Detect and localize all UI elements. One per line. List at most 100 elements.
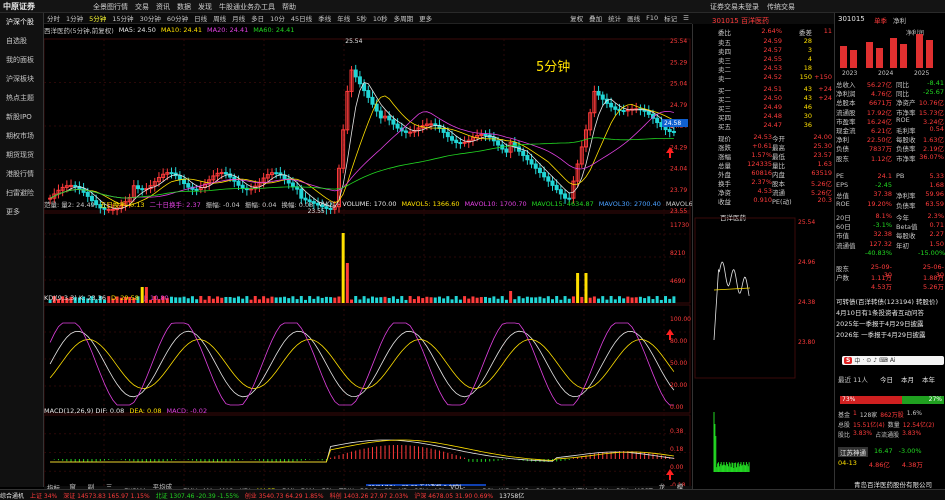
ime-toolbar-popup[interactable]: S 中 · ⊙ ♪ ⌨ Ai (842, 356, 944, 365)
related-stock-row[interactable]: 江苏神通 16.47 -3.00% (838, 447, 922, 457)
period-tab[interactable]: 多日 (248, 13, 267, 23)
ime-tool-icon[interactable]: · (862, 357, 864, 364)
left-nav-item[interactable]: 沪深个股 (0, 13, 43, 32)
fundamental-tab[interactable]: 净利 (893, 15, 906, 25)
ime-tool-icon[interactable]: ⊙ (866, 357, 871, 364)
period-tab[interactable]: 10秒 (370, 13, 391, 23)
left-nav-item[interactable]: 港股行情 (0, 165, 43, 184)
legend-item: MAVOL15: 4634.87 (531, 200, 594, 208)
period-tab[interactable]: 45日线 (288, 13, 315, 23)
stat-label: 涨跌 (718, 144, 731, 152)
volume-bar (500, 296, 504, 303)
chart-tool-button[interactable]: 画线 (624, 13, 643, 23)
sell-level-row: 卖五 24.59 28 (718, 37, 832, 47)
ime-tool-icon[interactable]: 中 (854, 356, 860, 365)
volume-bar (216, 296, 220, 303)
chart-tool-button[interactable]: 复权 (567, 13, 586, 23)
left-nav-item[interactable]: 热点主题 (0, 89, 43, 108)
legend-item: D: 29.58 (111, 294, 139, 302)
news-item[interactable]: 可转债(百洋转债(123194) 转股价) (836, 296, 944, 306)
news-item[interactable]: 2026年 一季报于4月29日披露 (836, 329, 944, 339)
related-stock-name[interactable]: 江苏神通 (838, 447, 868, 457)
kdj-axis-label: 100.00 (670, 316, 691, 323)
fundamental-value: -25.67 (923, 88, 944, 97)
period-tab[interactable]: 月线 (229, 13, 248, 23)
period-tab[interactable]: 日线 (191, 13, 210, 23)
index-ticker[interactable]: 科创 1403.26 27.97 2.03% (330, 491, 409, 500)
macd-axis-label: 0.00 (670, 464, 684, 471)
period-tab[interactable]: 季线 (315, 13, 334, 23)
chart-tool-button[interactable]: ☰ (680, 14, 692, 22)
fundamental-label: 净资产 (896, 99, 916, 108)
fundamental-value: 56.27亿 (866, 81, 892, 89)
period-tab[interactable]: 5分钟 (86, 13, 109, 23)
macd-legend: MACD(12,26,9) DIF: 0.08 DEA: 0.08 MACD: -0… (44, 406, 212, 416)
chart-tool-button[interactable]: 叠加 (586, 13, 605, 23)
index-ticker[interactable]: 深证 14573.83 165.97 1.15% (63, 491, 149, 500)
price-axis-label: 25.29 (670, 59, 687, 66)
fundamental-value: 2.27 (929, 230, 944, 239)
left-nav-item[interactable]: 扫雷避险 (0, 184, 43, 203)
fundamental-label: 20日 (836, 214, 851, 222)
fundamental-value: 36.07% (919, 152, 944, 161)
index-ticker[interactable]: 创业 3540.73 64.29 1.85% (245, 491, 324, 500)
period-tab[interactable]: 分时 (44, 13, 63, 23)
chart-tool-button[interactable]: F10 (643, 14, 661, 22)
traditional-trade-link[interactable]: 传统交易 (767, 2, 795, 12)
period-tab[interactable]: 1分钟 (63, 13, 86, 23)
left-nav-item[interactable]: 我的面板 (0, 51, 43, 70)
period-tab[interactable]: 30分钟 (137, 13, 164, 23)
fundamental-label: 负债率 (896, 145, 916, 154)
index-ticker[interactable]: 综合通机 (0, 491, 24, 500)
ime-tool-icon[interactable]: ♪ (873, 357, 877, 364)
ime-tool-icon[interactable]: ⌨ (879, 357, 888, 364)
period-tab[interactable]: 15分钟 (109, 13, 136, 23)
period-tab[interactable]: 5秒 (353, 13, 370, 23)
volume-bar (542, 298, 546, 303)
chart-tool-button[interactable]: 标记 (661, 13, 680, 23)
index-ticker[interactable]: 北证 1307.46 -20.39 -1.55% (156, 491, 239, 500)
legend-item: 五日换手: 0.13 (99, 201, 145, 209)
ime-tool-icon[interactable]: Ai (890, 357, 896, 364)
fundamental-label (892, 181, 918, 190)
index-ticker[interactable]: 沪深 4678.05 31.90 0.69% (414, 491, 493, 500)
candle-body (450, 136, 455, 141)
kline-chart[interactable]: 25.5425.2925.0424.7924.5424.2924.0423.79… (44, 25, 692, 495)
left-nav-item[interactable]: 沪深板块 (0, 70, 43, 89)
period-tab[interactable]: 周线 (210, 13, 229, 23)
fundamental-tab[interactable]: 单季 (874, 15, 887, 25)
login-status[interactable]: 证券交易未登录 (710, 2, 759, 12)
left-nav-item[interactable]: 自选股 (0, 32, 43, 51)
period-tab[interactable]: 60分钟 (164, 13, 191, 23)
fundamental-value: 127.32 (869, 239, 892, 248)
news-item[interactable]: 4月10日有1条投资者互动问答 (836, 307, 944, 317)
volume-bar (479, 297, 483, 303)
period-tab[interactable]: 更多 (416, 13, 435, 23)
chart-tool-button[interactable]: 统计 (605, 13, 624, 23)
left-nav-item[interactable]: 期权市场 (0, 127, 43, 146)
index-ticker[interactable]: 上证 34% (30, 491, 57, 500)
left-nav-item[interactable]: 新股IPO (0, 108, 43, 127)
volume-bar (622, 298, 626, 303)
period-tab[interactable]: 10分 (267, 13, 288, 23)
fundamental-value: -3.1% (873, 221, 892, 230)
rating-col[interactable]: 本月 (901, 374, 914, 384)
low-price-label: 23.55 (308, 208, 325, 215)
level-change (812, 64, 832, 72)
sell-level-row: 卖三 24.55 4 (718, 55, 832, 65)
candle-body (625, 109, 630, 112)
fundamental-value: 2.3% (927, 212, 944, 220)
left-nav-item[interactable]: 期货现货 (0, 146, 43, 165)
volume-bar (341, 233, 345, 303)
index-ticker[interactable]: 13758亿 (499, 491, 524, 500)
period-tab[interactable]: 多周期 (391, 13, 417, 23)
left-nav-item[interactable]: 更多 (0, 203, 43, 222)
period-tab[interactable]: 年线 (334, 13, 353, 23)
volume-bar (555, 296, 559, 303)
rating-col[interactable]: 今日 (880, 374, 893, 384)
news-item[interactable]: 2025年一季报于4月29日披露 (836, 318, 944, 328)
fundamental-value: 5.26万 (923, 283, 944, 292)
rating-col[interactable]: 本年 (922, 374, 935, 384)
volume-bar (329, 297, 333, 303)
fundamental-value: 2.19亿 (923, 145, 944, 154)
